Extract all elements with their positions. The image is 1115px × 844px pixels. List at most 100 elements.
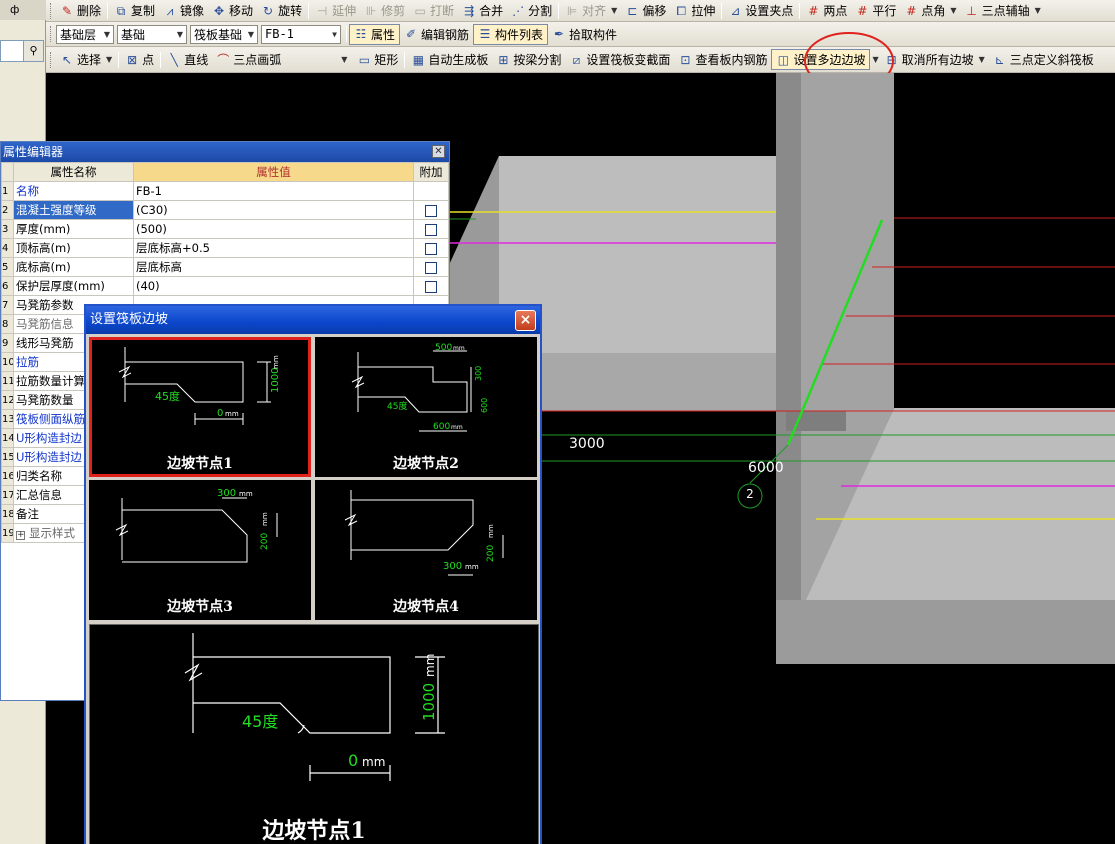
extra-checkbox[interactable]	[425, 204, 437, 217]
rotate-button[interactable]: ↻ 旋转	[257, 1, 306, 21]
split-by-beam-button[interactable]: ⊞ 按梁分割	[492, 50, 565, 70]
copy-icon: ⧉	[116, 3, 126, 18]
rect-button[interactable]: ▭ 矩形	[353, 50, 402, 70]
offset-button[interactable]: ⊏ 偏移	[621, 1, 670, 21]
arc-button[interactable]: ⌒ 三点画弧	[212, 50, 285, 70]
extra-checkbox[interactable]	[425, 223, 437, 236]
dialog-title-bar[interactable]: 设置筏板边坡 ×	[86, 306, 540, 334]
point-button[interactable]: ⊠ 点	[121, 50, 158, 70]
property-row[interactable]: 1 名称 FB-1	[1, 181, 449, 201]
search-icon[interactable]: ⚲	[23, 41, 43, 61]
row-number: 17	[1, 485, 14, 505]
property-row[interactable]: 3 厚度(mm) (500)	[1, 219, 449, 239]
align-icon: ⊫	[566, 3, 578, 18]
slope-preview-label: 边坡节点1	[262, 818, 366, 844]
extra-checkbox[interactable]	[425, 261, 437, 274]
property-value[interactable]: (40)	[133, 276, 414, 296]
three-point-axis-button[interactable]: ⊥ 三点辅轴 ▼	[961, 1, 1045, 21]
slope-option-4[interactable]: 300 mm 200 mm 边坡节点4	[315, 480, 537, 620]
property-name: 混凝土强度等级	[13, 200, 134, 220]
point-angle-button[interactable]: # 点角 ▼	[900, 1, 960, 21]
trim-icon: ⊪	[365, 3, 377, 18]
line-button[interactable]: ╲ 直线	[163, 50, 212, 70]
property-editor-title: 属性编辑器 ✕	[1, 142, 449, 162]
break-button[interactable]: ▭ 打断	[409, 1, 458, 21]
slope-option-3[interactable]: 300 mm 200 mm 边坡节点3	[89, 480, 311, 620]
pin-icon[interactable]: ф	[0, 0, 46, 20]
split-button[interactable]: ⋰ 分割	[507, 1, 556, 21]
move-button[interactable]: ✥ 移动	[208, 1, 257, 21]
merge-icon: ⇶	[464, 3, 475, 18]
svg-text:45度: 45度	[387, 400, 407, 412]
break-icon: ▭	[414, 3, 426, 18]
type-select[interactable]: 筏板基础 ▼	[190, 24, 258, 44]
member-list-button[interactable]: ☰ 构件列表	[473, 23, 549, 45]
edit-rebar-button[interactable]: ✐ 编辑钢筋	[400, 24, 473, 44]
property-value[interactable]: 层底标高+0.5	[133, 238, 414, 258]
slab-edge-right	[776, 600, 1115, 664]
delete-icon: ✎	[61, 3, 73, 18]
two-point-button[interactable]: # 两点	[802, 1, 851, 21]
copy-button[interactable]: ⧉ 复制	[110, 1, 159, 21]
extra-checkbox[interactable]	[425, 280, 437, 293]
merge-button[interactable]: ⇶ 合并	[458, 1, 507, 21]
extra-checkbox[interactable]	[425, 242, 437, 255]
svg-text:mm: mm	[272, 355, 280, 369]
grip-point-button[interactable]: ⊿ 设置夹点	[724, 1, 797, 21]
property-value[interactable]: FB-1	[133, 181, 414, 201]
property-value[interactable]: (500)	[133, 219, 414, 239]
parallel-button[interactable]: # 平行	[851, 1, 900, 21]
select-button[interactable]: ↖ 选择 ▼	[56, 50, 116, 70]
expand-icon[interactable]: +	[16, 531, 25, 540]
svg-text:mm: mm	[362, 755, 385, 769]
point-icon: ⊠	[127, 52, 138, 67]
slope-preview-diagram: 45度 0 mm 1000 mm	[184, 633, 445, 781]
properties-button[interactable]: ☷ 属性	[349, 23, 401, 45]
property-row[interactable]: 5 底标高(m) 层底标高	[1, 257, 449, 277]
property-row[interactable]: 4 顶标高(m) 层底标高+0.5	[1, 238, 449, 258]
three-point-slope-button[interactable]: ⊾ 三点定义斜筏板	[989, 50, 1098, 70]
view-rebar-icon: ⊡	[680, 52, 691, 67]
row-number: 13	[1, 409, 14, 429]
pick-member-button[interactable]: ✒ 拾取构件	[548, 24, 621, 44]
align-button[interactable]: ⊫ 对齐 ▼	[561, 1, 621, 21]
split-icon: ⋰	[512, 3, 525, 18]
auto-slab-button[interactable]: ▦ 自动生成板	[407, 50, 492, 70]
axis-number-label: 2	[746, 487, 754, 501]
search-input[interactable]: ⚲	[0, 40, 44, 62]
mirror-icon: ⩘	[166, 3, 174, 18]
svg-text:600: 600	[433, 422, 450, 432]
trim-button[interactable]: ⊪ 修剪	[360, 1, 409, 21]
close-icon[interactable]: ✕	[432, 145, 445, 158]
stretch-button[interactable]: ⧠ 拉伸	[670, 1, 719, 21]
toolbar-grip[interactable]	[50, 2, 53, 19]
svg-text:1000: 1000	[270, 368, 281, 393]
property-row[interactable]: 6 保护层厚度(mm) (40)	[1, 276, 449, 296]
point-angle-icon: #	[906, 3, 917, 18]
stretch-icon: ⧠	[676, 3, 687, 18]
svg-text:0: 0	[348, 751, 358, 770]
col-header-value: 属性值	[133, 162, 414, 182]
close-button[interactable]: ×	[515, 310, 536, 331]
dialog-body: 45度 0 mm 1000 mm 边坡节点1 500 mm 300 600 45…	[86, 334, 540, 844]
svg-text:1000: 1000	[420, 683, 438, 721]
chevron-down-icon: ▼	[103, 29, 110, 39]
svg-text:45度: 45度	[155, 389, 180, 403]
chevron-down-icon[interactable]: ▼	[341, 55, 347, 64]
slope-option-1[interactable]: 45度 0 mm 1000 mm 边坡节点1	[89, 337, 311, 477]
property-value[interactable]: (C30)	[133, 200, 414, 220]
property-row[interactable]: 2 混凝土强度等级 (C30)	[1, 200, 449, 220]
property-value[interactable]: 层底标高	[133, 257, 414, 277]
extend-button[interactable]: ⊣ 延伸	[311, 1, 360, 21]
mirror-button[interactable]: ⩘ 镜像	[159, 1, 208, 21]
row-number: 18	[1, 504, 14, 524]
category-select[interactable]: 基础 ▼	[117, 24, 187, 44]
view-rebar-button[interactable]: ⊡ 查看板内钢筋	[674, 50, 771, 70]
slope-option-2[interactable]: 500 mm 300 600 45度 600 mm 边坡节点2	[315, 337, 537, 477]
floor-select[interactable]: 基础层 ▼	[56, 24, 114, 44]
svg-text:mm: mm	[423, 654, 437, 677]
set-section-button[interactable]: ⧄ 设置筏板变截面	[565, 50, 674, 70]
section-icon: ⧄	[572, 52, 581, 67]
delete-button[interactable]: ✎ 删除	[56, 1, 105, 21]
member-select[interactable]: FB-1 ▼	[261, 24, 341, 44]
